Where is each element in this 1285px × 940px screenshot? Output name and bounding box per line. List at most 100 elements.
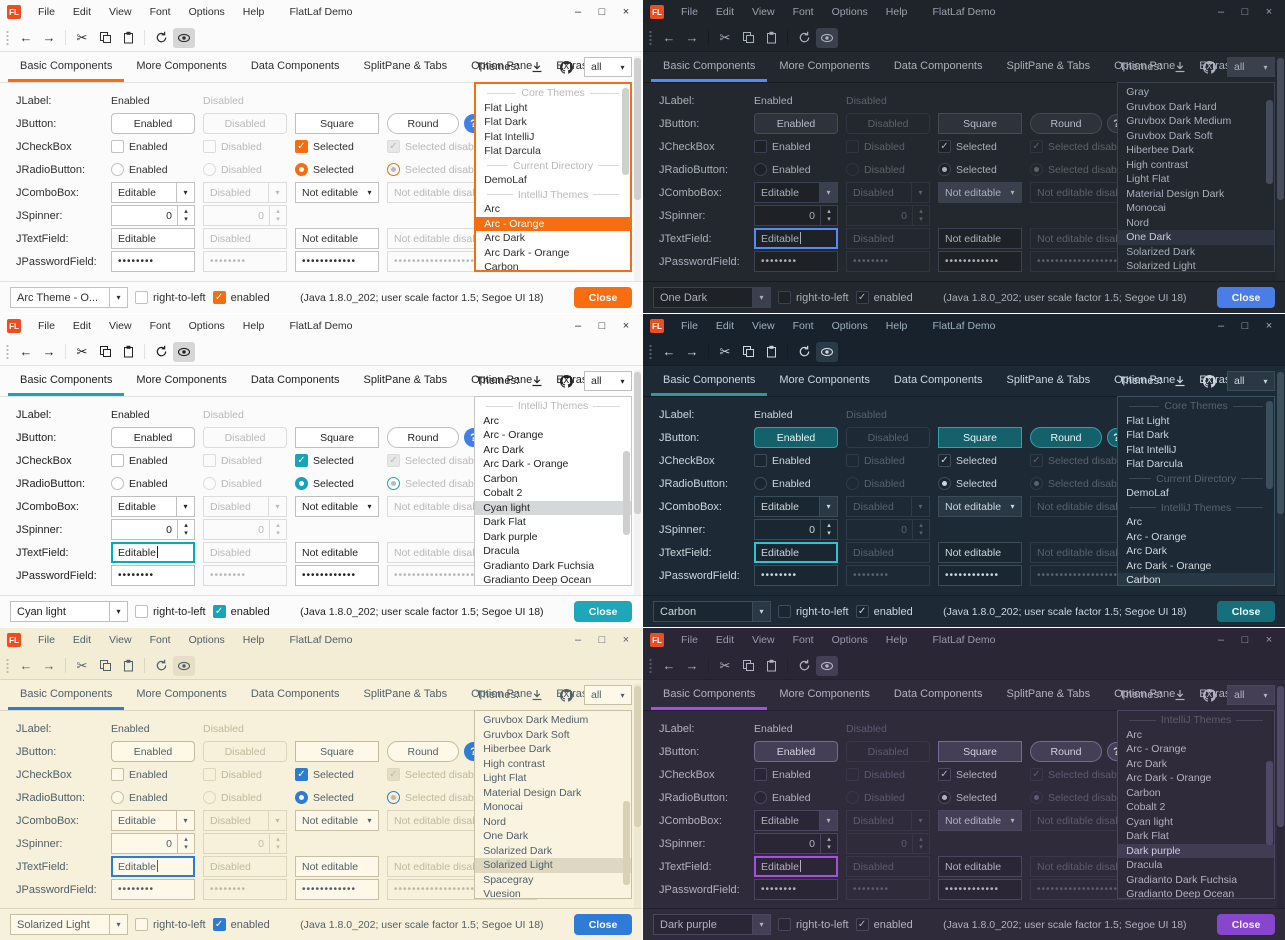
checkbox-selected[interactable]: ✓ — [295, 768, 308, 781]
square-button[interactable]: Square — [938, 741, 1022, 762]
tab-data-components[interactable]: Data Components — [239, 680, 352, 710]
tab-more-components[interactable]: More Components — [124, 366, 239, 396]
theme-item[interactable]: Arc — [1118, 728, 1274, 743]
themes-filter-combo[interactable]: all▾ — [584, 685, 632, 705]
theme-item[interactable]: Gruvbox Dark Medium — [475, 713, 631, 728]
theme-item[interactable]: Hiberbee Dark — [1118, 143, 1274, 158]
window-scrollbar[interactable] — [1277, 684, 1284, 908]
minimize-button[interactable]: – — [566, 0, 590, 24]
menu-view[interactable]: View — [100, 634, 141, 646]
themes-list[interactable]: Core ThemesFlat LightFlat DarkFlat Intel… — [474, 82, 632, 272]
radio-enabled[interactable] — [111, 791, 124, 804]
back-icon[interactable]: ← — [658, 656, 680, 676]
rtl-checkbox-group[interactable]: ✓right-to-left — [778, 291, 849, 304]
menu-font[interactable]: Font — [784, 6, 823, 18]
theme-item[interactable]: Carbon — [1118, 573, 1274, 586]
textfield-editable[interactable]: Editable — [754, 542, 838, 563]
round-button[interactable]: Round — [387, 113, 459, 134]
enabled-checkbox[interactable]: ✓ — [856, 605, 869, 618]
enabled-button[interactable]: Enabled — [754, 741, 838, 762]
spinner[interactable]: 0▴▾ — [111, 205, 195, 226]
window-scrollbar[interactable] — [1277, 56, 1284, 281]
enabled-button[interactable]: Enabled — [111, 113, 195, 134]
minimize-button[interactable]: – — [1209, 314, 1233, 338]
radio-selected[interactable] — [295, 477, 308, 490]
menu-help[interactable]: Help — [234, 6, 274, 18]
theme-item[interactable]: Gray — [1118, 85, 1274, 100]
theme-item[interactable]: DemoLaf — [476, 173, 630, 188]
theme-item[interactable]: Cyan light — [1118, 815, 1274, 830]
rtl-checkbox-group[interactable]: ✓right-to-left — [135, 918, 206, 931]
theme-item[interactable]: Arc Dark - Orange — [1118, 559, 1274, 574]
theme-item[interactable]: Spacegray — [475, 873, 631, 888]
menu-options[interactable]: Options — [180, 6, 234, 18]
tab-splitpane-tabs[interactable]: SplitPane & Tabs — [352, 680, 460, 710]
theme-selector-combo[interactable]: Cyan light▾ — [10, 601, 128, 622]
theme-item[interactable]: Carbon — [476, 260, 630, 272]
passwordfield-not-editable[interactable]: •••••••••••• — [295, 251, 379, 272]
download-icon[interactable] — [526, 57, 548, 77]
theme-item[interactable]: Gradianto Dark Fuchsia — [1118, 873, 1274, 888]
theme-item[interactable]: Solarized Light — [1118, 259, 1274, 272]
menu-file[interactable]: File — [29, 320, 64, 332]
themes-filter-combo[interactable]: all▾ — [584, 57, 632, 77]
copy-icon[interactable] — [94, 28, 116, 48]
passwordfield-not-editable[interactable]: •••••••••••• — [295, 565, 379, 586]
theme-item[interactable]: Flat IntelliJ — [1118, 443, 1274, 458]
combobox-not-editable[interactable]: Not editable▾ — [938, 496, 1022, 517]
minimize-button[interactable]: – — [566, 314, 590, 338]
theme-item[interactable]: Arc Dark — [1118, 544, 1274, 559]
github-icon[interactable] — [555, 57, 577, 77]
themes-list-scrollbar-thumb[interactable] — [1266, 401, 1273, 489]
window-scrollbar[interactable] — [634, 370, 641, 595]
theme-item[interactable]: Material Design Dark — [1118, 187, 1274, 202]
passwordfield-not-editable[interactable]: •••••••••••• — [938, 879, 1022, 900]
theme-item[interactable]: One Dark — [1118, 230, 1274, 245]
eye-toggle-icon[interactable] — [816, 656, 838, 676]
theme-item[interactable]: Cobalt 2 — [475, 486, 631, 501]
square-button[interactable]: Square — [938, 113, 1022, 134]
textfield-editable[interactable]: Editable — [754, 856, 838, 877]
minimize-button[interactable]: – — [1209, 0, 1233, 24]
theme-item[interactable]: Gruvbox Dark Soft — [1118, 129, 1274, 144]
menu-edit[interactable]: Edit — [64, 634, 100, 646]
theme-item[interactable]: Solarized Dark — [1118, 245, 1274, 260]
cut-icon[interactable]: ✂ — [71, 656, 93, 676]
tab-splitpane-tabs[interactable]: SplitPane & Tabs — [995, 366, 1103, 396]
themes-filter-combo[interactable]: all▾ — [1227, 685, 1275, 705]
theme-item[interactable]: Dracula — [1118, 858, 1274, 873]
theme-selector-combo[interactable]: Arc Theme - O...▾ — [10, 287, 128, 308]
tab-data-components[interactable]: Data Components — [882, 366, 995, 396]
back-icon[interactable]: ← — [658, 342, 680, 362]
spinner[interactable]: 0▴▾ — [754, 833, 838, 854]
tab-data-components[interactable]: Data Components — [882, 680, 995, 710]
menu-edit[interactable]: Edit — [707, 6, 743, 18]
github-icon[interactable] — [555, 371, 577, 391]
textfield-editable[interactable]: Editable — [111, 542, 195, 563]
theme-item[interactable]: Cobalt 2 — [1118, 800, 1274, 815]
enabled-button[interactable]: Enabled — [754, 427, 838, 448]
theme-item[interactable]: Solarized Light — [475, 858, 631, 873]
theme-item[interactable]: Flat Dark — [1118, 428, 1274, 443]
checkbox-enabled[interactable]: ✓ — [111, 768, 124, 781]
enabled-checkbox[interactable]: ✓ — [856, 918, 869, 931]
download-icon[interactable] — [1169, 685, 1191, 705]
combobox-not-editable[interactable]: Not editable▾ — [938, 182, 1022, 203]
toolbar-grip[interactable] — [6, 658, 9, 674]
rtl-checkbox[interactable]: ✓ — [778, 291, 791, 304]
tab-splitpane-tabs[interactable]: SplitPane & Tabs — [995, 680, 1103, 710]
tab-basic-components[interactable]: Basic Components — [651, 680, 767, 710]
theme-item[interactable]: Dracula — [475, 544, 631, 559]
github-icon[interactable] — [1198, 685, 1220, 705]
close-button[interactable]: Close — [574, 914, 632, 935]
themes-list-scrollbar-thumb[interactable] — [1266, 761, 1273, 845]
theme-item[interactable]: Arc Dark — [475, 443, 631, 458]
menu-help[interactable]: Help — [877, 320, 917, 332]
round-button[interactable]: Round — [1030, 113, 1102, 134]
menu-font[interactable]: Font — [141, 6, 180, 18]
menu-edit[interactable]: Edit — [64, 320, 100, 332]
checkbox-selected[interactable]: ✓ — [295, 140, 308, 153]
theme-item[interactable]: Monocai — [475, 800, 631, 815]
textfield-not-editable[interactable]: Not editable — [938, 542, 1022, 563]
menu-options[interactable]: Options — [823, 634, 877, 646]
